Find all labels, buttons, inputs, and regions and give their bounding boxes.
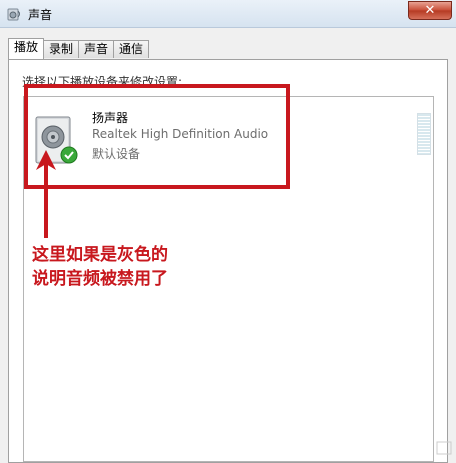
tab-recording[interactable]: 录制 <box>43 40 80 58</box>
window-title: 声音 <box>28 8 53 22</box>
annotation-line-1: 这里如果是灰色的 <box>32 245 168 265</box>
tab-playback[interactable]: 播放 <box>8 38 45 59</box>
tab-strip: 播放 录制 声音 通信 <box>8 38 150 60</box>
annotation-text: 这里如果是灰色的 说明音频被禁用了 <box>32 243 168 291</box>
title-bar: 声音 ✕ <box>0 0 456 28</box>
sound-window-icon <box>7 8 20 21</box>
close-icon: ✕ <box>424 3 436 18</box>
tab-sounds[interactable]: 声音 <box>78 40 115 58</box>
tab-communications[interactable]: 通信 <box>113 40 150 58</box>
close-button[interactable]: ✕ <box>408 1 452 20</box>
arrow-icon <box>36 150 56 238</box>
annotation-line-2: 说明音频被禁用了 <box>32 269 168 289</box>
volume-level-meter <box>417 113 431 155</box>
watermark-icon <box>436 441 452 455</box>
